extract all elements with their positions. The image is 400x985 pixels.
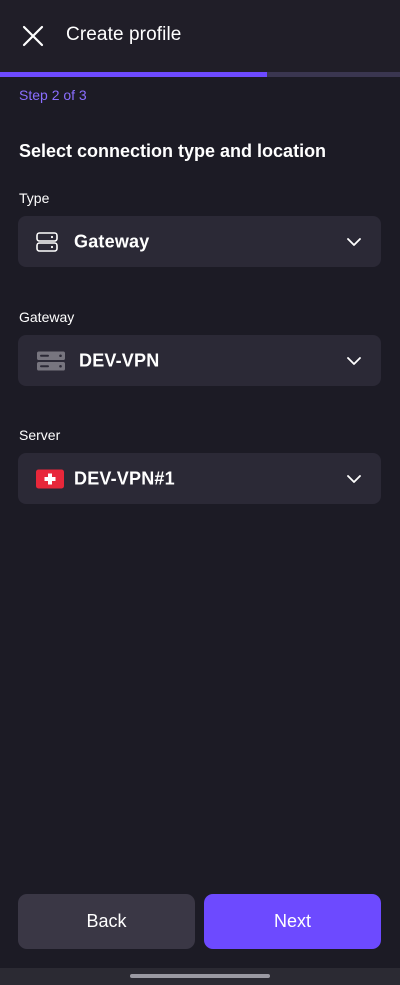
- server-select-value: DEV-VPN#1: [74, 468, 175, 488]
- page-title: Create profile: [66, 24, 182, 45]
- close-icon: [22, 25, 44, 47]
- type-select-value: Gateway: [74, 231, 150, 251]
- chevron-down-icon: [347, 237, 361, 246]
- section-title: Select connection type and location: [19, 141, 327, 161]
- next-button[interactable]: Next: [204, 894, 381, 949]
- gateway-select[interactable]: DEV-VPN: [18, 335, 381, 386]
- step-progress-bar: [0, 72, 400, 77]
- server-select[interactable]: DEV-VPN#1: [18, 453, 381, 504]
- gateway-select-value: DEV-VPN: [79, 350, 160, 370]
- create-profile-screen: Create profile Step 2 of 3 Select connec…: [0, 0, 400, 985]
- step-indicator: Step 2 of 3: [19, 87, 87, 103]
- server-outline-icon: [36, 231, 58, 252]
- type-label: Type: [19, 190, 50, 206]
- server-filled-icon: [36, 351, 66, 371]
- step-progress-fill: [0, 72, 267, 77]
- switzerland-flag-icon: [36, 469, 64, 488]
- close-button[interactable]: [18, 21, 48, 51]
- chevron-down-icon: [347, 356, 361, 365]
- system-navigation-bar: [0, 968, 400, 985]
- top-app-bar: Create profile: [0, 0, 400, 72]
- chevron-down-icon: [347, 474, 361, 483]
- back-button[interactable]: Back: [18, 894, 195, 949]
- gateway-label: Gateway: [19, 309, 75, 325]
- server-label: Server: [19, 427, 61, 443]
- type-select[interactable]: Gateway: [18, 216, 381, 267]
- home-gesture-handle[interactable]: [130, 974, 270, 978]
